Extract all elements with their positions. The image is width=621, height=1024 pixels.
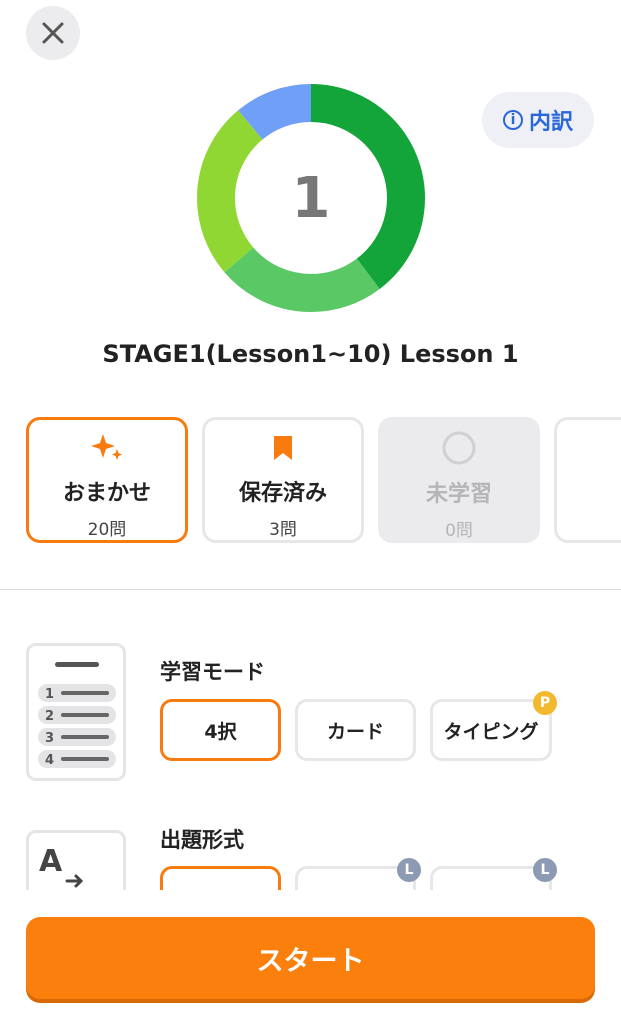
close-icon (42, 22, 64, 44)
question-format-label: 出題形式 (160, 828, 244, 852)
sparkle-icon (91, 433, 122, 460)
option-label: カード (326, 720, 384, 743)
filter-card-saved[interactable]: 保存済み 3問 (202, 417, 364, 543)
mode-option-card[interactable]: カード (295, 699, 416, 761)
listening-badge-icon: L (533, 858, 557, 882)
bookmark-icon (274, 435, 292, 460)
svg-text:4: 4 (45, 753, 54, 768)
listening-badge-icon: L (397, 858, 421, 882)
breakdown-button[interactable]: i 内訳 (482, 92, 594, 148)
filter-row: おまかせ 20問 保存済み 3問 未学習 0問 (26, 417, 621, 543)
filter-count: 20問 (87, 520, 127, 540)
breakdown-label: 内訳 (528, 110, 573, 135)
study-mode-thumbnail: 1 2 3 4 (26, 643, 126, 781)
mode-option-four-choice[interactable]: 4択 (160, 699, 281, 761)
multiple-choice-illustration: 1 2 3 4 (38, 662, 116, 768)
start-label: スタート (256, 945, 365, 977)
svg-text:A: A (39, 844, 63, 879)
close-button[interactable] (26, 6, 80, 60)
filter-label: 未学習 (425, 482, 492, 507)
option-label: タイピング (443, 720, 539, 743)
filter-label: 保存済み (238, 481, 327, 506)
premium-badge-icon: P (533, 691, 557, 715)
filter-card-partial[interactable] (554, 417, 621, 543)
info-icon: i (502, 110, 523, 130)
filter-label: おまかせ (62, 481, 151, 506)
study-mode-label: 学習モード (160, 660, 265, 684)
svg-text:2: 2 (45, 709, 54, 724)
circle-icon (442, 431, 476, 465)
filter-card-omakase[interactable]: おまかせ 20問 (26, 417, 188, 543)
progress-center-value: 1 (291, 165, 331, 231)
option-label: 4択 (204, 720, 237, 743)
svg-text:1: 1 (45, 687, 54, 702)
divider (0, 589, 621, 590)
svg-text:3: 3 (45, 731, 54, 746)
filter-count: 0問 (445, 521, 473, 541)
filter-card-unstudied[interactable]: 未学習 0問 (378, 417, 540, 543)
filter-count: 3問 (269, 520, 297, 540)
lesson-title: STAGE1(Lesson1~10) Lesson 1 (102, 340, 519, 368)
start-button[interactable]: スタート (26, 917, 595, 999)
